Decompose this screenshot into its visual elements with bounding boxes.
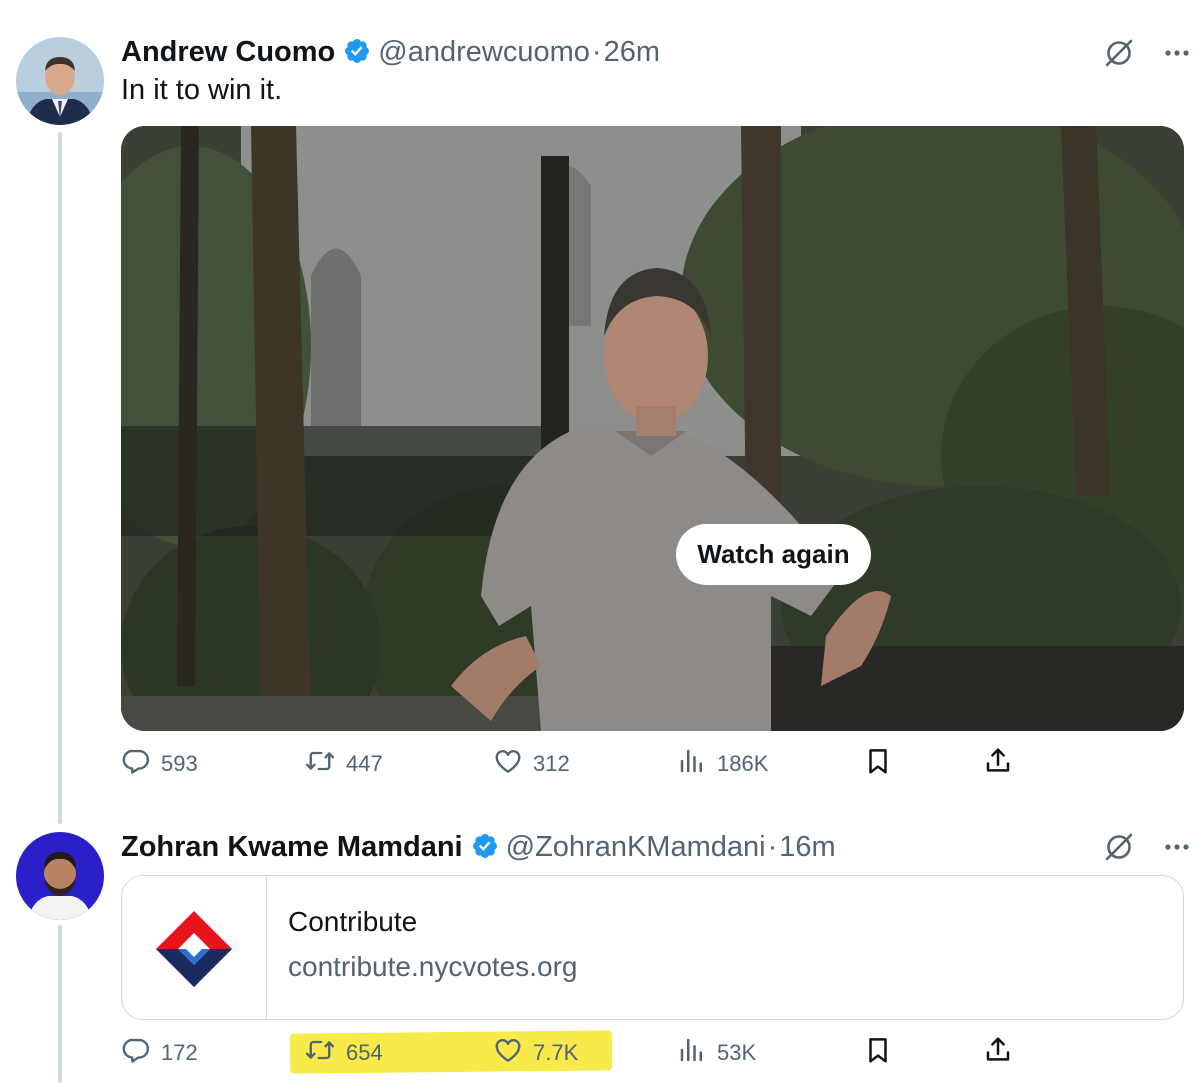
repost-button[interactable]: 654 [304, 1033, 383, 1073]
repost-icon [304, 746, 336, 782]
reply-button[interactable]: 593 [121, 744, 198, 784]
reply-icon [121, 746, 151, 782]
tweet-top-icons [1104, 832, 1190, 862]
views-icon [677, 1035, 707, 1071]
tweet-top-icons [1104, 38, 1190, 68]
card-url: contribute.nycvotes.org [288, 951, 578, 982]
tweet-timestamp[interactable]: 26m [604, 36, 660, 69]
like-count: 7.7K [533, 1040, 579, 1065]
like-button[interactable]: 7.7K [493, 1033, 578, 1073]
reply-button[interactable]: 172 [121, 1033, 198, 1073]
repost-icon [304, 1035, 336, 1071]
tweet-header: Andrew Cuomo @andrewcuomo · 26m [121, 33, 660, 69]
video-frame [121, 126, 1184, 731]
more-icon[interactable] [1164, 843, 1190, 851]
share-icon [983, 1035, 1013, 1071]
reply-icon [121, 1035, 151, 1071]
separator-dot: · [767, 831, 778, 863]
card-thumbnail [122, 876, 267, 1019]
share-button[interactable] [983, 1033, 1013, 1073]
repost-count: 447 [346, 751, 383, 776]
like-button[interactable]: 312 [493, 744, 570, 784]
share-icon [983, 746, 1013, 782]
author-name[interactable]: Zohran Kwame Mamdani [121, 831, 463, 864]
bookmark-icon [863, 746, 893, 782]
tweet-text: In it to win it. [121, 74, 283, 106]
link-card[interactable]: Contribute contribute.nycvotes.org [121, 875, 1184, 1020]
bookmark-icon [863, 1035, 893, 1071]
avatar-zohran-mamdani[interactable] [16, 832, 104, 920]
bookmark-button[interactable] [863, 744, 893, 784]
tweet-actions: 593 447 312 186K [121, 744, 1184, 784]
views-button[interactable]: 186K [677, 744, 768, 784]
verified-badge-icon [343, 37, 371, 65]
author-handle[interactable]: @ZohranKMamdani [506, 831, 766, 864]
bookmark-button[interactable] [863, 1033, 893, 1073]
card-title: Contribute [288, 906, 418, 937]
reply-count: 172 [161, 1040, 198, 1065]
thread-line-2 [58, 925, 62, 1083]
tweet-header: Zohran Kwame Mamdani @ZohranKMamdani · 1… [121, 828, 836, 864]
like-icon [493, 746, 523, 782]
tweet-actions: 172 654 7.7K 53K [121, 1033, 1184, 1073]
separator-dot: · [591, 36, 602, 68]
repost-count: 654 [346, 1040, 383, 1065]
reply-count: 593 [161, 751, 198, 776]
views-icon [677, 746, 707, 782]
like-count: 312 [533, 751, 570, 776]
like-icon [493, 1035, 523, 1071]
grok-icon[interactable] [1104, 832, 1134, 862]
verified-badge-icon [471, 832, 499, 860]
avatar-andrew-cuomo[interactable] [16, 37, 104, 125]
views-count: 53K [717, 1040, 757, 1065]
author-name[interactable]: Andrew Cuomo [121, 36, 335, 69]
watch-again-button[interactable]: Watch again [676, 524, 871, 585]
views-button[interactable]: 53K [677, 1033, 756, 1073]
author-handle[interactable]: @andrewcuomo [378, 36, 590, 69]
more-icon[interactable] [1164, 49, 1190, 57]
video-player[interactable]: Watch again [121, 126, 1184, 731]
grok-icon[interactable] [1104, 38, 1134, 68]
views-count: 186K [717, 751, 769, 776]
nycvotes-logo-icon [156, 910, 232, 987]
share-button[interactable] [983, 744, 1013, 784]
thread-line-1 [58, 132, 62, 824]
repost-button[interactable]: 447 [304, 744, 383, 784]
tweet-timestamp[interactable]: 16m [779, 831, 835, 864]
